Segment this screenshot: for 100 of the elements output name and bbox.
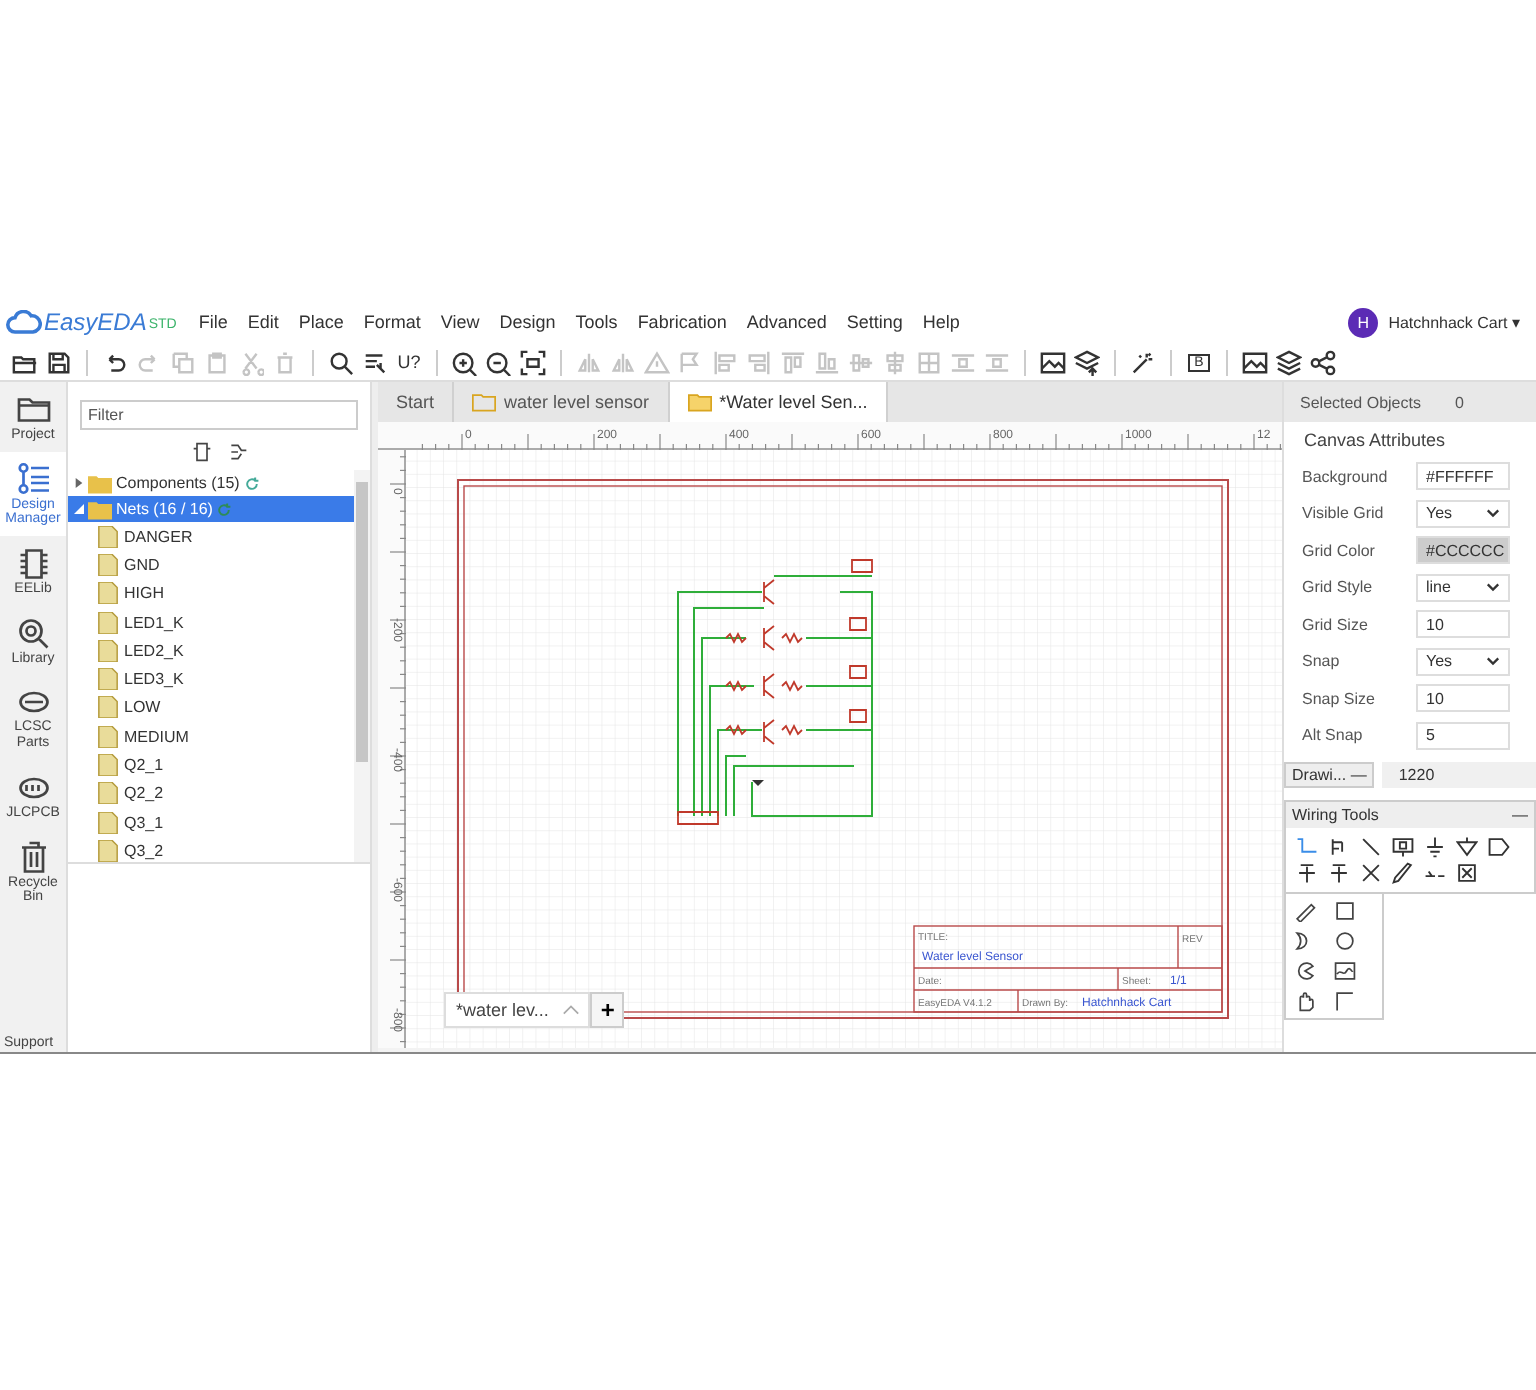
corner-line-icon[interactable] (1334, 990, 1356, 1012)
menu-item[interactable]: Setting (846, 312, 903, 332)
folder-icon (15, 392, 51, 428)
folder-icon (88, 499, 112, 519)
user-menu[interactable]: Hatchnhack Cart ▾ (1388, 313, 1520, 331)
tree-item[interactable]: MEDIUM (68, 722, 354, 751)
wand-icon[interactable] (1130, 349, 1156, 375)
file-icon (98, 839, 118, 862)
property-label: Grid Size (1302, 615, 1370, 634)
tree-item[interactable]: LED1_K (68, 607, 354, 637)
folder-icon (472, 392, 497, 412)
property-label: Snap (1302, 652, 1342, 671)
property-label: Visible Grid (1302, 504, 1386, 523)
menu-item[interactable]: Advanced (746, 312, 827, 332)
property-field[interactable]: 10 (1416, 610, 1510, 639)
tree-item[interactable]: LED2_K (68, 636, 354, 665)
port-icon[interactable] (1484, 836, 1514, 858)
property-field[interactable]: 5 (1416, 721, 1510, 750)
property-field[interactable]: 10 (1416, 684, 1510, 713)
file-icon (98, 754, 118, 777)
tree-item[interactable]: Components (15) (68, 470, 354, 496)
splitter-handle[interactable] (370, 382, 378, 1052)
user-avatar[interactable]: H (1348, 307, 1379, 337)
share-icon[interactable] (1310, 349, 1336, 375)
refresh-icon[interactable] (243, 475, 260, 491)
caret-icon[interactable] (74, 478, 84, 488)
caret-down-icon (1486, 656, 1500, 667)
menu-item[interactable]: Edit (247, 312, 279, 332)
tree-item[interactable]: Nets (16 / 16) (68, 496, 354, 522)
netlabel-icon[interactable] (1388, 836, 1418, 858)
sheet-tab[interactable]: *water lev... (444, 992, 591, 1028)
document-tab[interactable]: *Water level Sen... (669, 382, 888, 422)
file-icon (98, 782, 118, 805)
tree-item[interactable]: LOW (68, 693, 354, 723)
tree-item[interactable]: GND (68, 550, 354, 580)
menu-item[interactable]: Fabrication (637, 312, 727, 332)
add-sheet-button[interactable]: + (590, 992, 625, 1028)
scrollbar[interactable] (354, 470, 370, 862)
selected-objects-count: 0 (1454, 393, 1464, 411)
search-icon[interactable] (328, 349, 354, 375)
menu-item[interactable]: Place (298, 312, 344, 332)
menu-item[interactable]: File (198, 312, 228, 332)
image-icon[interactable] (1040, 349, 1066, 375)
minimize-button[interactable]: — (1512, 806, 1528, 824)
menu-item[interactable]: Tools (575, 312, 618, 332)
property-dropdown[interactable]: Yes (1416, 499, 1510, 528)
expand-icon[interactable] (191, 442, 211, 462)
property-label: Background (1302, 467, 1390, 486)
tree-item[interactable]: LED3_K (68, 664, 354, 694)
caret-down-icon (1486, 582, 1500, 593)
filter-field[interactable]: Filter (80, 400, 358, 430)
layers-up-icon[interactable] (1074, 349, 1100, 375)
tree-item[interactable]: Q3_1 (68, 807, 354, 837)
tree-item[interactable]: HIGH (68, 579, 354, 608)
file-icon (98, 582, 118, 605)
gnd2-icon[interactable] (1452, 836, 1482, 858)
menu-item[interactable]: Help (922, 312, 960, 332)
app-name: EasyEDA (44, 308, 147, 336)
pie-icon[interactable] (1294, 960, 1316, 982)
caret-icon[interactable] (74, 504, 84, 514)
rectangle-icon[interactable] (1334, 900, 1356, 922)
group-icon[interactable] (1452, 862, 1482, 884)
file-icon (98, 553, 118, 576)
chip-icon (15, 546, 51, 583)
file-icon (98, 696, 118, 719)
image-icon[interactable] (1334, 960, 1356, 982)
property-label: Grid Color (1302, 541, 1377, 560)
zoom-in-icon[interactable] (452, 349, 478, 375)
panel-title: Wiring Tools (1292, 806, 1379, 824)
menu-item[interactable]: View (440, 312, 480, 332)
layers-icon[interactable] (1276, 349, 1302, 375)
zoom-out-icon[interactable] (486, 349, 512, 375)
color-field[interactable]: #CCCCCC (1416, 536, 1510, 565)
save-icon[interactable] (46, 349, 72, 375)
tree-item[interactable]: Q2_2 (68, 779, 354, 808)
find-icon[interactable] (362, 349, 388, 375)
menu-item[interactable]: Format (363, 312, 421, 332)
probe-icon[interactable] (1388, 862, 1418, 884)
pencil-icon[interactable] (1294, 900, 1316, 922)
coordinate-value: 1220 (1382, 761, 1536, 787)
annotate-icon[interactable]: U? (396, 349, 422, 375)
tree-item[interactable]: Q2_1 (68, 750, 354, 780)
folder-icon (687, 392, 712, 412)
property-label: Grid Style (1302, 578, 1375, 597)
fit-icon[interactable] (520, 349, 546, 375)
drawing-tools-tab[interactable]: Drawi... — (1284, 761, 1375, 787)
file-icon (98, 668, 118, 691)
image-icon[interactable] (1242, 349, 1268, 375)
network-icon[interactable] (227, 442, 247, 462)
property-dropdown[interactable]: Yes (1416, 647, 1510, 676)
tree-item[interactable]: Q3_2 (68, 836, 354, 862)
menu-item[interactable]: Design (499, 312, 556, 332)
tree-item[interactable]: DANGER (68, 522, 354, 551)
file-icon (98, 639, 118, 662)
lens-icon (15, 615, 51, 652)
section-header[interactable]: Canvas Attributes (1284, 422, 1536, 458)
property-dropdown[interactable]: line (1416, 573, 1510, 602)
cloud-icon (6, 309, 42, 335)
property-field[interactable]: #FFFFFF (1416, 462, 1510, 491)
hand-icon[interactable] (1294, 990, 1316, 1012)
